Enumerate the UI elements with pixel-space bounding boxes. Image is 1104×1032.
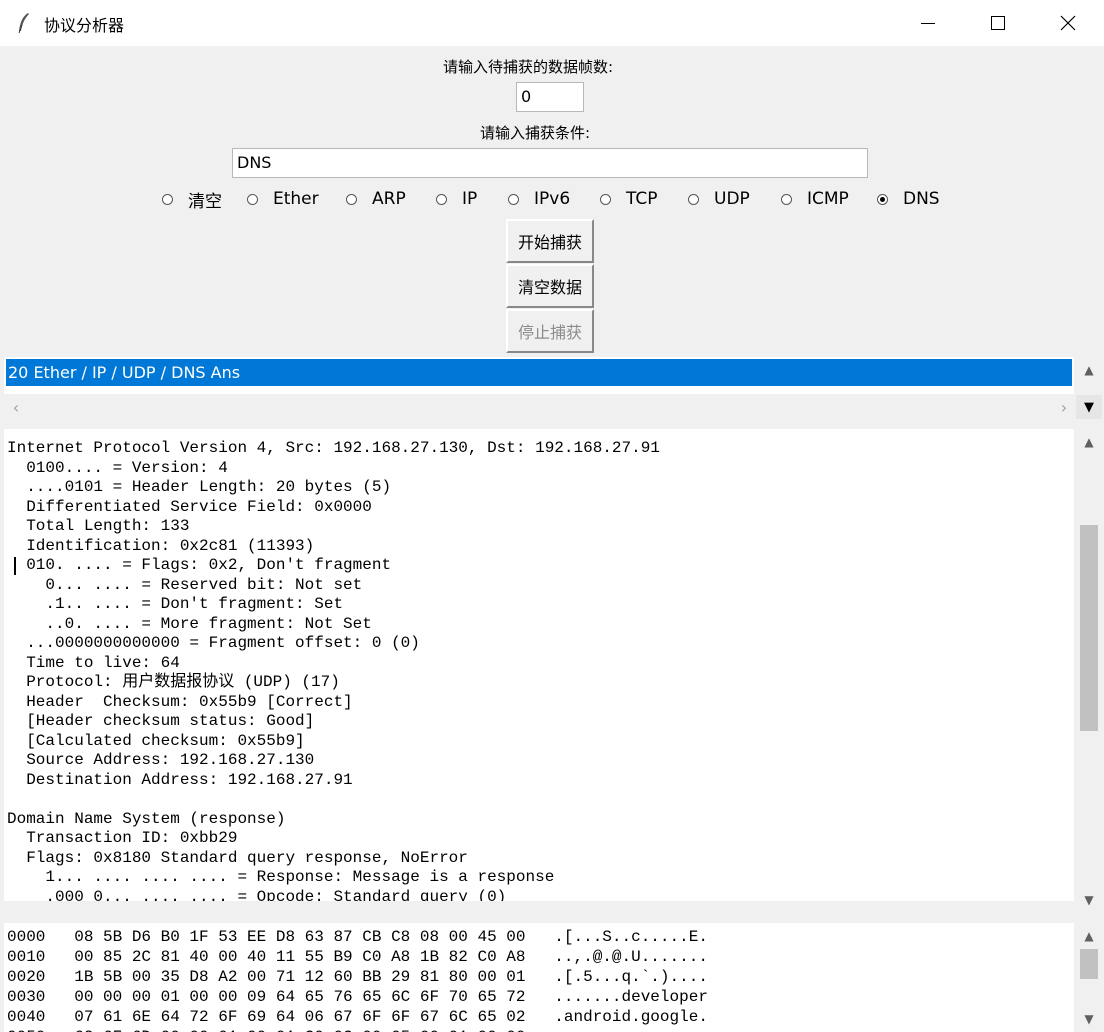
scroll-down-icon[interactable]: ▼ [1076,395,1102,419]
hex-line: 0010 00 85 2C 81 40 00 40 11 55 B9 C0 A8… [7,948,708,966]
radio-label: IP [462,189,478,209]
hex-line: 0030 00 00 00 01 00 00 09 64 65 76 65 6C… [7,988,708,1006]
detail-line: Differentiated Service Field: 0x0000 [26,497,372,516]
detail-line: Internet Protocol Version 4, Src: 192.16… [7,439,660,457]
radio-indicator [346,193,357,205]
detail-line: 1... .... .... .... = Response: Message … [45,868,555,886]
detail-line: [Calculated checksum: 0x55b9] [26,731,305,750]
scroll-down-icon[interactable]: ▼ [1076,1008,1102,1030]
radio-indicator [247,193,258,205]
clear-data-button[interactable]: 清空数据 [506,264,594,308]
detail-line: ..0. .... = More fragment: Not Set [45,614,372,633]
detail-line: 010. .... = Flags: 0x2, Don't fragment [26,556,392,574]
feather-icon [18,13,29,34]
minimize-icon [921,22,935,24]
radio-clear[interactable]: 清空 [162,186,222,212]
radio-label: ARP [372,189,406,209]
scroll-up-icon[interactable]: ▲ [1076,431,1102,453]
scroll-down-icon[interactable]: ▼ [1076,889,1102,911]
hex-line: 0020 1B 5B 00 35 D8 A2 00 71 12 60 BB 29… [7,968,708,986]
detail-line: Flags: 0x8180 Standard query response, N… [26,848,468,867]
detail-line: Protocol: 用户数据报协议 (UDP) (17) [26,673,340,691]
hex-dump-content: 0000 08 5B D6 B0 1F 53 EE D8 63 87 CB C8… [4,923,1074,1032]
detail-line: ...0000000000000 = Fragment offset: 0 (0… [26,634,420,652]
detail-line: ....0101 = Header Length: 20 bytes (5) [26,478,392,496]
hex-dump-text[interactable]: 0000 08 5B D6 B0 1F 53 EE D8 63 87 CB C8… [4,923,1074,1032]
packet-detail-text[interactable]: Internet Protocol Version 4, Src: 192.16… [4,429,1074,901]
minimize-button[interactable] [893,0,963,46]
detail-line: Time to live: 64 [26,653,180,672]
protocol-radio-group: 清空 Ether ARP IP IPv6 TCP UDP ICMP DNS [0,186,1104,212]
scrollbar-thumb[interactable] [1080,525,1098,731]
close-button[interactable] [1033,0,1103,46]
stop-capture-button[interactable]: 停止捕获 [506,309,594,353]
maximize-button[interactable] [963,0,1033,46]
frame-count-input[interactable]: 0 [516,82,584,112]
radio-indicator [436,193,447,205]
filter-label: 请输入捕获条件: [480,124,591,142]
detail-line: Header Checksum: 0x55b9 [Correct] [26,692,353,711]
scrollbar-thumb[interactable] [1080,949,1098,979]
detail-line: Domain Name System (response) [7,809,286,828]
text-cursor [14,557,16,575]
hex-line: 0000 08 5B D6 B0 1F 53 EE D8 63 87 CB C8… [7,928,708,946]
radio-indicator [688,193,699,205]
packet-detail-scrollbar[interactable]: ▲ ▼ [1076,429,1102,911]
scroll-left-icon[interactable]: ‹ [6,395,26,419]
scroll-right-icon[interactable]: › [1054,395,1074,419]
packet-detail-content: Internet Protocol Version 4, Src: 192.16… [4,429,1074,901]
radio-label: DNS [903,189,940,209]
radio-label: IPv6 [534,189,571,209]
radio-label: 清空 [188,191,222,212]
detail-line: Destination Address: 192.168.27.91 [26,770,353,789]
detail-line: Total Length: 133 [26,517,190,535]
detail-line: 0... .... = Reserved bit: Not set [45,575,363,594]
radio-label: ICMP [807,189,849,209]
radio-selected-dot [880,196,885,202]
radio-ipv6[interactable]: IPv6 [508,186,570,212]
scroll-up-icon[interactable]: ▲ [1076,359,1102,381]
scroll-up-icon[interactable]: ▲ [1076,925,1102,947]
detail-line: .000 0... .... .... = Opcode: Standard q… [45,887,507,902]
hex-dump-scrollbar[interactable]: ▲ ▼ [1076,923,1102,1032]
packet-list-item-selected[interactable]: 20 Ether / IP / UDP / DNS Ans [6,359,1072,386]
detail-line: Transaction ID: 0xbb29 [26,829,238,847]
radio-indicator [508,193,519,205]
start-capture-button[interactable]: 开始捕获 [506,219,594,263]
hex-line: 0040 07 61 6E 64 72 6F 69 64 06 67 6F 6F… [7,1008,708,1026]
packet-list-hscrollbar[interactable]: ‹ › [4,395,1074,419]
radio-icmp[interactable]: ICMP [781,186,849,212]
window-title: 协议分析器 [44,16,125,35]
packet-list[interactable]: 20 Ether / IP / UDP / DNS Ans [4,357,1074,394]
frame-count-label: 请输入待捕获的数据帧数: [443,58,614,76]
filter-input[interactable]: DNS [232,148,868,178]
detail-line: [Header checksum status: Good] [26,712,315,730]
radio-indicator [781,193,792,205]
radio-arp[interactable]: ARP [346,186,406,212]
radio-ip[interactable]: IP [436,186,477,212]
packet-list-scrollbar[interactable]: ▲ [1076,357,1102,395]
radio-indicator [600,193,611,205]
radio-label: UDP [714,189,750,209]
detail-line: Identification: 0x2c81 (11393) [26,536,315,555]
radio-indicator [877,193,888,205]
radio-indicator [162,193,173,205]
radio-label: Ether [273,189,319,209]
radio-ether[interactable]: Ether [247,186,319,212]
close-icon [1060,15,1076,31]
hex-line: 0050 63 6F 6D 00 00 01 00 01 C0 0C 00 05… [7,1028,708,1032]
radio-udp[interactable]: UDP [688,186,750,212]
radio-tcp[interactable]: TCP [600,186,658,212]
radio-dns[interactable]: DNS [877,186,940,212]
detail-line: Source Address: 192.168.27.130 [26,751,315,769]
detail-line: .1.. .... = Don't fragment: Set [45,595,344,613]
maximize-icon [991,16,1005,30]
title-bar: 协议分析器 [0,0,1104,46]
radio-label: TCP [626,189,658,209]
detail-line: 0100.... = Version: 4 [26,458,228,477]
